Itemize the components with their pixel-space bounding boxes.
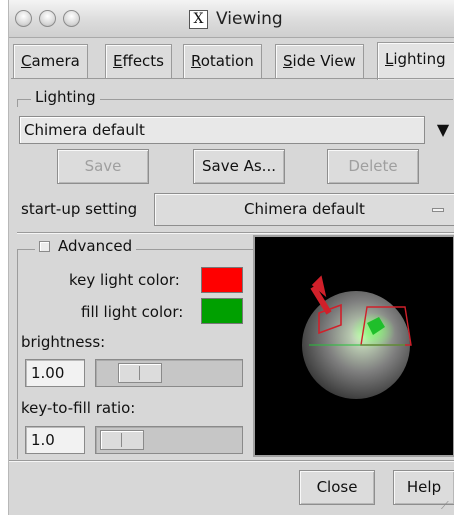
key-to-fill-ratio-label: key-to-fill ratio: <box>21 399 136 417</box>
resize-grip-icon[interactable]: ⟋ <box>441 500 453 512</box>
lighting-panel: Lighting Chimera default ▼ Save Save As.… <box>11 78 454 460</box>
fill-light-color-swatch[interactable] <box>201 298 243 324</box>
startup-setting-label: start-up setting <box>21 200 138 218</box>
minimize-window-icon[interactable] <box>39 10 56 27</box>
key-to-fill-ratio-slider-thumb[interactable] <box>100 430 144 450</box>
advanced-toggle[interactable]: Advanced <box>35 237 137 255</box>
close-button[interactable]: Close <box>299 470 375 505</box>
lighting-preset-field[interactable]: Chimera default <box>19 116 425 144</box>
save-button[interactable]: Save <box>57 149 149 184</box>
lighting-group-label: Lighting <box>31 88 100 106</box>
key-to-fill-ratio-slider[interactable] <box>95 426 243 454</box>
checkbox-icon[interactable] <box>39 240 50 252</box>
save-as-button[interactable]: Save As... <box>193 149 285 184</box>
title-bar[interactable]: X Viewing <box>9 0 454 38</box>
lighting-preview-canvas[interactable] <box>253 235 454 457</box>
brightness-field[interactable]: 1.00 <box>25 359 85 387</box>
brightness-label: brightness: <box>21 333 106 351</box>
advanced-label: Advanced <box>58 237 133 255</box>
startup-setting-menu[interactable]: Chimera default <box>154 193 454 226</box>
startup-setting-value: Chimera default <box>244 200 365 218</box>
tab-side-view[interactable]: Side View <box>275 44 364 78</box>
option-menu-indicator-icon <box>432 208 444 212</box>
key-to-fill-ratio-field[interactable]: 1.0 <box>25 426 85 454</box>
brightness-slider-thumb[interactable] <box>118 363 162 383</box>
key-light-color-label: key light color: <box>69 271 180 289</box>
brightness-slider[interactable] <box>95 359 243 387</box>
lighting-preview-graphic <box>302 275 412 399</box>
zoom-window-icon[interactable] <box>63 10 80 27</box>
key-light-color-swatch[interactable] <box>201 267 243 293</box>
window-title: Viewing <box>216 9 283 29</box>
tab-effects[interactable]: Effects <box>105 44 172 78</box>
tab-lighting[interactable]: Lighting <box>377 42 454 80</box>
close-window-icon[interactable] <box>15 10 32 27</box>
viewing-window: X Viewing Camera Effects Rotation Side V… <box>8 0 454 515</box>
triangle-down-icon[interactable]: ▼ <box>431 117 454 143</box>
section-divider <box>17 232 454 234</box>
tab-rotation[interactable]: Rotation <box>183 44 262 78</box>
delete-button[interactable]: Delete <box>327 149 419 184</box>
x11-icon: X <box>189 9 208 29</box>
footer-divider <box>9 460 454 462</box>
window-title-group: X Viewing <box>189 8 283 30</box>
fill-light-color-label: fill light color: <box>81 303 184 321</box>
tab-camera[interactable]: Camera <box>13 44 88 78</box>
tab-bar: Camera Effects Rotation Side View Lighti… <box>9 40 454 80</box>
